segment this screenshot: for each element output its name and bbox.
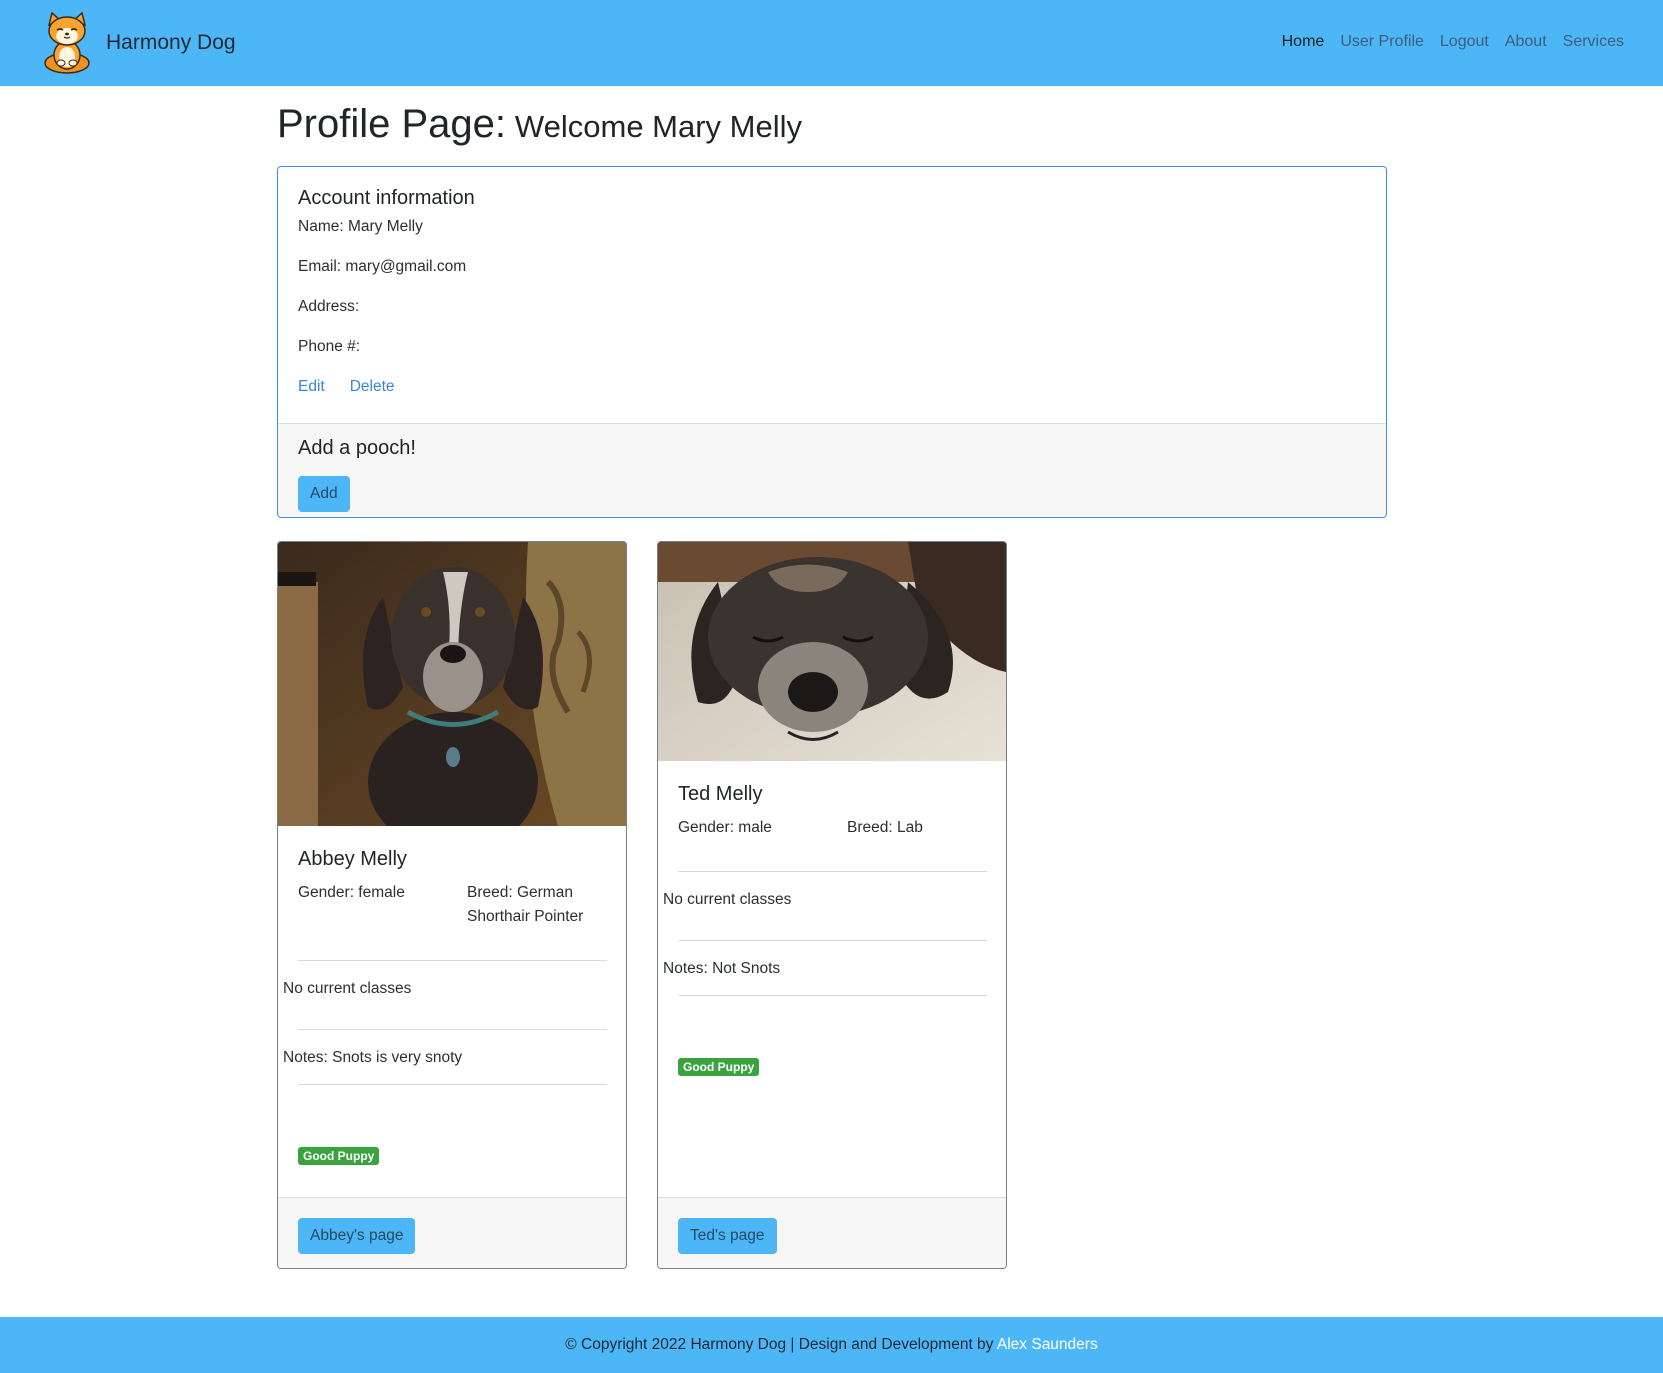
page-title-main: Profile Page: bbox=[277, 102, 507, 146]
dog-meta: Gender: male Breed: Lab bbox=[678, 816, 986, 840]
divider bbox=[678, 995, 987, 996]
nav-logout[interactable]: Logout bbox=[1440, 33, 1489, 51]
page-title-welcome: Welcome Mary Melly bbox=[514, 109, 803, 144]
divider bbox=[678, 871, 987, 872]
account-address: Address: bbox=[298, 298, 360, 315]
shiba-dog-logo-icon bbox=[44, 11, 90, 74]
edit-account-link[interactable]: Edit bbox=[298, 378, 325, 396]
account-info-heading: Account information bbox=[298, 187, 475, 209]
dog-classes: No current classes bbox=[663, 891, 792, 908]
dog-photo-ted bbox=[658, 542, 1006, 761]
good-puppy-badge: Good Puppy bbox=[298, 1147, 380, 1165]
dog-notes: Notes: Snots is very snoty bbox=[283, 1049, 463, 1066]
divider bbox=[298, 1029, 607, 1030]
dog-photo-image bbox=[658, 542, 1006, 761]
page-title: Profile Page: Welcome Mary Melly bbox=[277, 102, 802, 147]
nav-links: Home User Profile Logout About Services bbox=[1266, 33, 1624, 51]
divider bbox=[298, 1084, 607, 1085]
account-info-section: Account information Name: Mary Melly Ema… bbox=[278, 167, 1386, 423]
divider bbox=[678, 940, 987, 941]
add-pooch-heading: Add a pooch! bbox=[298, 437, 416, 459]
site-footer: © Copyright 2022 Harmony Dog | Design an… bbox=[0, 1317, 1663, 1373]
nav-user-profile[interactable]: User Profile bbox=[1340, 33, 1424, 51]
author-link[interactable]: Alex Saunders bbox=[997, 1336, 1098, 1353]
badge-wrap: Good Puppy bbox=[298, 1147, 606, 1165]
account-card: Account information Name: Mary Melly Ema… bbox=[277, 166, 1387, 518]
good-puppy-badge: Good Puppy bbox=[678, 1058, 760, 1076]
account-phone: Phone #: bbox=[298, 338, 361, 355]
dog-name: Ted Melly bbox=[678, 783, 763, 805]
nav-about[interactable]: About bbox=[1505, 33, 1547, 51]
dog-classes: No current classes bbox=[283, 980, 412, 997]
dog-card: Ted Melly Gender: male Breed: Lab No cur… bbox=[657, 541, 1007, 1269]
account-name: Name: Mary Melly bbox=[298, 218, 423, 235]
dog-photo-image bbox=[278, 542, 626, 826]
dog-card-body: Abbey Melly Gender: female Breed: German… bbox=[278, 848, 626, 1165]
abbey-page-button[interactable]: Abbey's page bbox=[298, 1218, 416, 1254]
ted-page-button[interactable]: Ted's page bbox=[678, 1218, 777, 1254]
add-pooch-section: Add a pooch! Add bbox=[278, 423, 1386, 517]
dog-card-footer: Ted's page bbox=[658, 1197, 1006, 1268]
dog-meta: Gender: female Breed: German Shorthair P… bbox=[298, 881, 606, 929]
dog-gender: Gender: female bbox=[298, 884, 405, 901]
dog-card-body: Ted Melly Gender: male Breed: Lab No cur… bbox=[658, 783, 1006, 1076]
account-email: Email: mary@gmail.com bbox=[298, 258, 467, 275]
dog-photo-abbey bbox=[278, 542, 626, 826]
copyright-text: © Copyright 2022 Harmony Dog | Design an… bbox=[565, 1336, 994, 1353]
dog-name: Abbey Melly bbox=[298, 848, 407, 870]
divider bbox=[298, 960, 607, 961]
top-navbar: Harmony Dog Home User Profile Logout Abo… bbox=[0, 0, 1663, 86]
dog-card-footer: Abbey's page bbox=[278, 1197, 626, 1268]
brand-link[interactable]: Harmony Dog bbox=[40, 11, 236, 75]
nav-services[interactable]: Services bbox=[1563, 33, 1624, 51]
badge-wrap: Good Puppy bbox=[678, 1058, 986, 1076]
dog-breed: Breed: German Shorthair Pointer bbox=[467, 884, 584, 925]
dog-card: Abbey Melly Gender: female Breed: German… bbox=[277, 541, 627, 1269]
brand-name: Harmony Dog bbox=[106, 31, 236, 54]
dog-notes: Notes: Not Snots bbox=[663, 960, 781, 977]
nav-home[interactable]: Home bbox=[1282, 33, 1325, 51]
account-actions: Edit Delete bbox=[298, 378, 1366, 396]
delete-account-link[interactable]: Delete bbox=[350, 378, 395, 396]
add-pooch-button[interactable]: Add bbox=[298, 476, 350, 512]
dog-breed: Breed: Lab bbox=[847, 819, 923, 836]
dog-gender: Gender: male bbox=[678, 819, 772, 836]
